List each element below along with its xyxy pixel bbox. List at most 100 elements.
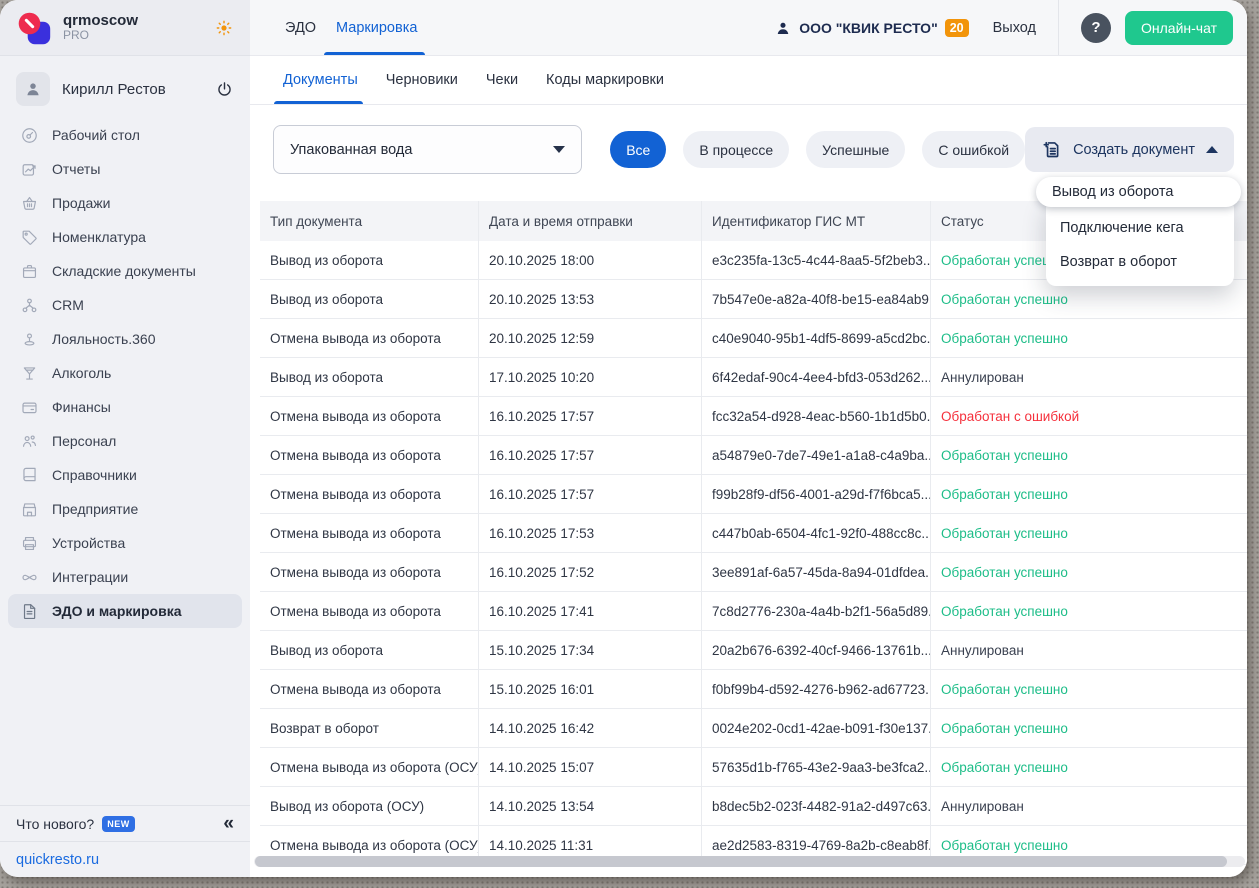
nomenclature-icon — [19, 228, 39, 247]
theme-sun-icon[interactable] — [214, 18, 234, 38]
cell-gis-mt-id: c447b0ab-6504-4fc1-92f0-488cc8c... — [701, 514, 930, 552]
table-row[interactable]: Отмена вывода из оборота20.10.2025 12:59… — [260, 319, 1247, 358]
sidebar-item-staff[interactable]: Персонал — [8, 424, 242, 458]
crm-icon — [19, 296, 39, 315]
cell-sent-datetime: 14.10.2025 16:42 — [478, 709, 701, 747]
table-row[interactable]: Отмена вывода из оборота16.10.2025 17:53… — [260, 514, 1247, 553]
subtab-documents[interactable]: Документы — [283, 56, 358, 104]
subtab-marking-codes[interactable]: Коды маркировки — [546, 56, 664, 104]
table-row[interactable]: Отмена вывода из оборота16.10.2025 17:41… — [260, 592, 1247, 631]
sidebar-item-label: CRM — [52, 297, 84, 313]
sales-icon — [19, 194, 39, 213]
product-select-value: Упакованная вода — [290, 142, 412, 158]
sidebar-item-nomenclature[interactable]: Номенклатура — [8, 220, 242, 254]
cell-status: Обработан успешно — [930, 475, 1247, 513]
table-row[interactable]: Отмена вывода из оборота (ОСУ)14.10.2025… — [260, 748, 1247, 787]
cell-status: Обработан успешно — [930, 553, 1247, 591]
sidebar-item-sales[interactable]: Продажи — [8, 186, 242, 220]
sidebar-item-finance[interactable]: Финансы — [8, 390, 242, 424]
cell-sent-datetime: 14.10.2025 15:07 — [478, 748, 701, 786]
product-select[interactable]: Упакованная вода — [273, 125, 582, 174]
sidebar-item-label: Устройства — [52, 535, 125, 551]
table-row[interactable]: Отмена вывода из оборота16.10.2025 17:52… — [260, 553, 1247, 592]
subtab-drafts[interactable]: Черновики — [386, 56, 458, 104]
cell-document-type: Отмена вывода из оборота — [260, 319, 478, 357]
cell-gis-mt-id: 7b547e0e-a82a-40f8-be15-ea84ab9... — [701, 280, 930, 318]
horizontal-scrollbar-thumb[interactable] — [255, 856, 1227, 867]
subtab-receipts[interactable]: Чеки — [486, 56, 518, 104]
brand-name: qrmoscow — [63, 12, 138, 29]
table-row[interactable]: Возврат в оборот14.10.2025 16:420024e202… — [260, 709, 1247, 748]
table-row[interactable]: Вывод из оборота15.10.2025 17:3420a2b676… — [260, 631, 1247, 670]
cell-gis-mt-id: fcc32a54-d928-4eac-b560-1b1d5b0... — [701, 397, 930, 435]
table-row[interactable]: Отмена вывода из оборота16.10.2025 17:57… — [260, 475, 1247, 514]
sidebar-item-label: Персонал — [52, 433, 116, 449]
sidebar-item-edo[interactable]: ЭДО и маркировка — [8, 594, 242, 628]
cell-sent-datetime: 20.10.2025 12:59 — [478, 319, 701, 357]
topbar-divider — [1058, 0, 1059, 55]
sidebar-item-label: Номенклатура — [52, 229, 146, 245]
sidebar-item-alcohol[interactable]: Алкоголь — [8, 356, 242, 390]
create-document-button[interactable]: Создать документ — [1025, 127, 1234, 172]
sidebar-item-warehouse-docs[interactable]: Складские документы — [8, 254, 242, 288]
cell-status: Аннулирован — [930, 358, 1247, 396]
sidebar-item-label: Складские документы — [52, 263, 196, 279]
status-filter-pill[interactable]: В процессе — [683, 131, 789, 168]
status-filter-pills: Все В процессе Успешные С ошибкой — [610, 131, 1025, 168]
status-filter-pill[interactable]: Все — [610, 131, 666, 168]
table-row[interactable]: Отмена вывода из оборота16.10.2025 17:57… — [260, 436, 1247, 475]
cell-status: Обработан успешно — [930, 709, 1247, 747]
power-icon[interactable] — [215, 80, 234, 99]
site-link[interactable]: quickresto.ru — [16, 852, 99, 868]
whats-new-link[interactable]: Что нового? — [16, 816, 94, 832]
whats-new-row: Что нового? NEW « — [0, 805, 250, 841]
table-row[interactable]: Вывод из оборота17.10.2025 10:206f42edaf… — [260, 358, 1247, 397]
sidebar-item-desktop[interactable]: Рабочий стол — [8, 118, 242, 152]
new-badge: NEW — [102, 816, 135, 832]
collapse-sidebar-icon[interactable]: « — [223, 814, 234, 833]
menu-item[interactable]: Возврат в оборот — [1046, 245, 1234, 279]
help-icon[interactable]: ? — [1081, 13, 1111, 43]
cell-document-type: Отмена вывода из оборота — [260, 592, 478, 630]
cell-document-type: Отмена вывода из оборота — [260, 436, 478, 474]
sidebar-item-devices[interactable]: Устройства — [8, 526, 242, 560]
sidebar-item-enterprise[interactable]: Предприятие — [8, 492, 242, 526]
user-row[interactable]: Кирилл Рестов — [0, 66, 250, 112]
sidebar-item-loyalty[interactable]: Лояльность.360 — [8, 322, 242, 356]
sidebar-item-label: Интеграции — [52, 569, 128, 585]
cell-gis-mt-id: b8dec5b2-023f-4482-91a2-d497c63... — [701, 787, 930, 825]
sidebar-item-integrations[interactable]: Интеграции — [8, 560, 242, 594]
menu-item-highlighted[interactable]: Вывод из оборота — [1036, 177, 1241, 207]
cell-status: Обработан успешно — [930, 670, 1247, 708]
column-header: Тип документа — [260, 201, 478, 241]
devices-icon — [19, 534, 39, 553]
menu-item[interactable]: Подключение кега — [1046, 211, 1234, 245]
table-row[interactable]: Отмена вывода из оборота15.10.2025 16:01… — [260, 670, 1247, 709]
cell-sent-datetime: 16.10.2025 17:57 — [478, 397, 701, 435]
cell-sent-datetime: 16.10.2025 17:53 — [478, 514, 701, 552]
status-filter-pill[interactable]: Успешные — [806, 131, 905, 168]
cell-sent-datetime: 16.10.2025 17:57 — [478, 436, 701, 474]
cell-document-type: Вывод из оборота — [260, 241, 478, 279]
brand-plan: PRO — [63, 29, 138, 43]
company-switcher[interactable]: ООО "КВИК РЕСТО" 20 — [774, 19, 968, 37]
table-row[interactable]: Вывод из оборота (ОСУ)14.10.2025 13:54b8… — [260, 787, 1247, 826]
status-filter-pill[interactable]: С ошибкой — [922, 131, 1025, 168]
cell-gis-mt-id: 0024e202-0cd1-42ae-b091-f30e137... — [701, 709, 930, 747]
sidebar-item-reports[interactable]: Отчеты — [8, 152, 242, 186]
sidebar-footer: Что нового? NEW « quickresto.ru — [0, 805, 250, 877]
top-tab-marking[interactable]: Маркировка — [334, 0, 419, 55]
horizontal-scrollbar[interactable] — [254, 856, 1245, 867]
desktop-icon — [19, 126, 39, 145]
filter-row: Упакованная вода Все В процессе Успешные С … — [273, 125, 1234, 174]
loyalty-icon — [19, 330, 39, 349]
alcohol-icon — [19, 364, 39, 383]
table-row[interactable]: Отмена вывода из оборота16.10.2025 17:57… — [260, 397, 1247, 436]
top-tab-edo[interactable]: ЭДО — [283, 0, 318, 55]
sidebar-item-directories[interactable]: Справочники — [8, 458, 242, 492]
cell-document-type: Отмена вывода из оборота — [260, 475, 478, 513]
sidebar-item-crm[interactable]: CRM — [8, 288, 242, 322]
logout-button[interactable]: Выход — [993, 20, 1036, 36]
cell-sent-datetime: 16.10.2025 17:52 — [478, 553, 701, 591]
online-chat-button[interactable]: Онлайн-чат — [1125, 11, 1233, 45]
